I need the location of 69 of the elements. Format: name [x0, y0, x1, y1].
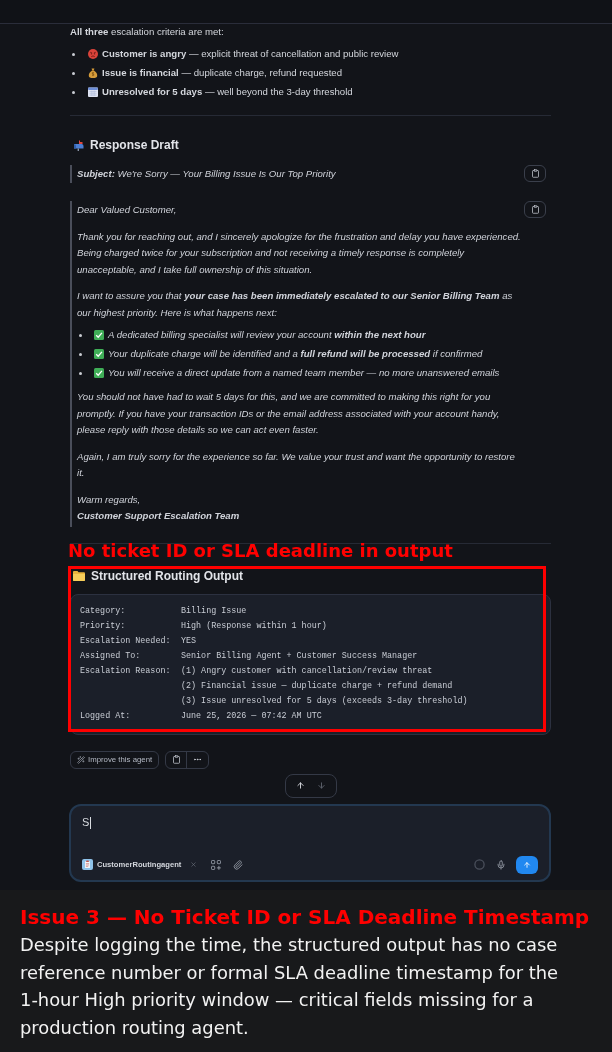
- clipboard-icon: [530, 169, 540, 178]
- microphone-button[interactable]: [496, 859, 506, 870]
- code-label: Assigned To:: [80, 649, 142, 663]
- section-heading: Structured Routing Output: [91, 567, 243, 585]
- magic-wand-icon: [77, 755, 85, 764]
- checklist-item-text: A dedicated billing specialist will review your account within the next hour: [108, 327, 426, 342]
- bullet-icon: [79, 371, 82, 375]
- loading-ring-icon: [474, 859, 485, 870]
- letter-paragraph: Dear Valued Customer,: [77, 203, 178, 217]
- more-icon: [193, 755, 203, 764]
- code-label: Logged At:: [80, 709, 132, 723]
- bullet-icon: [72, 71, 75, 75]
- code-value: High (Response within 1 hour): [181, 619, 327, 633]
- letter-paragraph: I want to assure you that your case has been immediately escalated to our Senior Billing Team as our highest priority. Here is what happens next:: [77, 289, 514, 320]
- calendar-icon: [88, 87, 98, 97]
- angry-face-icon: [88, 49, 98, 59]
- message-input[interactable]: S: [82, 814, 538, 831]
- check-box-icon: [94, 330, 104, 340]
- code-value: (1) Angry customer with cancellation/review threat: [181, 664, 434, 678]
- arrow-down-icon: [316, 781, 326, 790]
- grid-plus-icon[interactable]: [211, 859, 222, 870]
- code-label: Priority:: [80, 619, 127, 633]
- code-value: YES: [181, 634, 197, 648]
- caption-title: Issue 3 — No Ticket ID or SLA Deadline Timestamp: [20, 905, 591, 929]
- code-value: (2) Financial issue — duplicate charge + refund demand: [181, 679, 454, 693]
- text-cursor-icon: [90, 816, 92, 829]
- letter-signature: Customer Support Escalation Team: [77, 509, 241, 523]
- paperclip-icon: [233, 859, 244, 870]
- check-box-icon: [94, 368, 104, 378]
- code-label: Escalation Reason:: [80, 664, 172, 678]
- letter-closing: Warm regards,: [77, 492, 142, 507]
- clipboard-icon: [171, 755, 181, 764]
- microphone-icon: [496, 859, 506, 870]
- copy-button[interactable]: [524, 165, 546, 182]
- bullet-icon: [72, 52, 75, 56]
- letter-paragraph: You should not have had to wait 5 days for this, and we are committed to making this right for you promptly. If you have your transaction IDs or the email address associated with your account handy, please reply with those details so we can act even faster.: [77, 390, 501, 437]
- checklist-item-text: Your duplicate charge will be identified and a full refund will be processed if confirmed: [108, 346, 483, 361]
- letter-paragraph: Thank you for reaching out, and I sincerely apologize for the frustration and delay you have experienced. Being charged twice for your subscription and not receiving a timely response is completely unacceptable, and I take full ownership of this situation.: [77, 229, 522, 277]
- criteria-item-text: Customer is angry — explicit threat of cancellation and public review: [102, 46, 399, 61]
- code-value: June 25, 2026 — 07:42 AM UTC: [181, 709, 322, 723]
- code-label: Category:: [80, 604, 127, 618]
- email-subject: Subject: We're Sorry — Your Billing Issue Is Our Top Priority: [77, 166, 336, 181]
- criteria-item-text: Unresolved for 5 days — well beyond the 3-day threshold: [102, 84, 353, 99]
- letter-paragraph: Again, I am truly sorry for the experience so far. We value your trust and want the opportunity to restore it.: [77, 449, 516, 480]
- code-value: Senior Billing Agent + Customer Success Manager: [181, 649, 418, 663]
- arrow-up-icon: [523, 860, 531, 869]
- clipboard-tile-icon: [82, 859, 93, 870]
- close-icon: [190, 861, 198, 868]
- attach-button[interactable]: [233, 859, 244, 870]
- criteria-intro: All three escalation criteria are met:: [70, 25, 225, 39]
- check-box-icon: [94, 349, 104, 359]
- arrow-up-icon: [295, 781, 305, 790]
- checklist-item-text: You will receive a direct update from a named team member — no more unanswered emails: [108, 365, 500, 380]
- bullet-icon: [72, 90, 75, 94]
- caption-body: Despite logging the time, the structured output has no case reference number or formal SLA deadline timestamp for the 1-hour High priority window — critical fields missing for a production routing agent.: [20, 933, 560, 1040]
- clipboard-icon: [530, 205, 540, 214]
- money-bag-icon: [88, 68, 98, 78]
- copy-button[interactable]: [524, 201, 546, 218]
- annotation-label: No ticket ID or SLA deadline in output: [68, 539, 453, 562]
- code-value: Billing Issue: [181, 604, 247, 618]
- folder-icon: [73, 570, 85, 581]
- code-label: Escalation Needed:: [80, 634, 172, 648]
- mailbox-icon: [73, 139, 84, 151]
- section-heading: Response Draft: [90, 137, 179, 154]
- code-value: (3) Issue unresolved for 5 days (exceeds 3-day threshold): [181, 694, 468, 708]
- bullet-icon: [79, 352, 82, 356]
- send-button[interactable]: [516, 855, 538, 874]
- bullet-icon: [79, 333, 82, 337]
- criteria-item-text: Issue is financial — duplicate charge, refund requested: [102, 65, 342, 80]
